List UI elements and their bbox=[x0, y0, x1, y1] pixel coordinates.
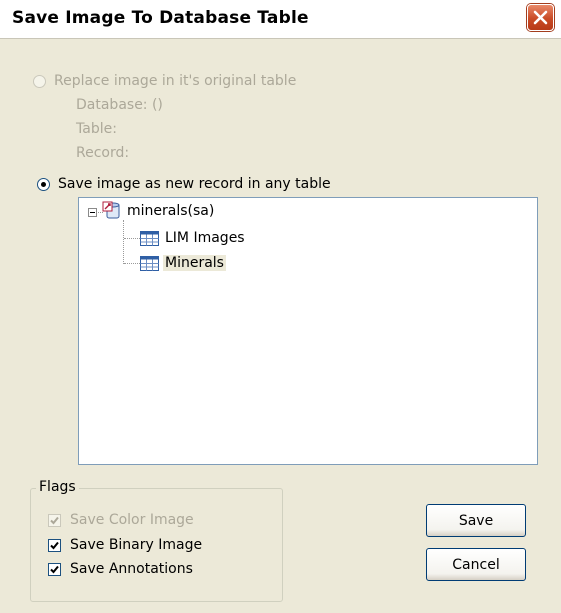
new-record-radio[interactable] bbox=[37, 177, 50, 191]
save-button[interactable]: Save bbox=[426, 504, 526, 537]
save-annotations-label: Save Annotations bbox=[70, 561, 193, 577]
new-record-option[interactable]: Save image as new record in any table bbox=[37, 176, 331, 192]
flags-title: Flags bbox=[36, 479, 79, 495]
table-icon bbox=[140, 230, 159, 246]
checkmark-icon bbox=[50, 565, 59, 573]
table-info: Table: bbox=[76, 121, 117, 137]
database-info: Database: () bbox=[76, 97, 163, 113]
checkmark-icon bbox=[50, 516, 59, 524]
replace-original-option[interactable]: Replace image in it's original table bbox=[33, 73, 296, 89]
save-color-image-option[interactable]: Save Color Image bbox=[48, 512, 194, 528]
save-binary-image-checkbox[interactable] bbox=[48, 538, 61, 552]
collapse-toggle[interactable] bbox=[88, 208, 97, 217]
save-color-image-checkbox[interactable] bbox=[48, 513, 61, 527]
tree-node-database[interactable]: minerals(sa) bbox=[102, 201, 214, 221]
tree-node-label: LIM Images bbox=[165, 230, 245, 246]
title-bar: Save Image To Database Table bbox=[0, 0, 561, 39]
replace-original-label: Replace image in it's original table bbox=[54, 73, 297, 89]
save-binary-image-option[interactable]: Save Binary Image bbox=[48, 537, 202, 553]
replace-original-radio[interactable] bbox=[33, 74, 46, 88]
close-icon bbox=[533, 10, 548, 25]
table-tree-view[interactable]: minerals(sa) LIM Images Minerals bbox=[78, 197, 538, 465]
save-binary-image-label: Save Binary Image bbox=[70, 537, 203, 553]
table-icon bbox=[140, 255, 159, 271]
save-annotations-option[interactable]: Save Annotations bbox=[48, 561, 193, 577]
tree-node-label: Minerals bbox=[163, 255, 226, 271]
window-title: Save Image To Database Table bbox=[12, 8, 309, 28]
database-icon bbox=[102, 201, 120, 219]
new-record-label: Save image as new record in any table bbox=[58, 176, 331, 192]
record-info: Record: bbox=[76, 145, 130, 161]
tree-node-minerals[interactable]: Minerals bbox=[140, 253, 226, 273]
tree-node-label: minerals(sa) bbox=[127, 203, 215, 219]
save-annotations-checkbox[interactable] bbox=[48, 562, 61, 576]
tree-node-lim-images[interactable]: LIM Images bbox=[140, 228, 245, 248]
close-button[interactable] bbox=[527, 4, 554, 31]
cancel-button[interactable]: Cancel bbox=[426, 548, 526, 581]
checkmark-icon bbox=[50, 541, 59, 549]
save-color-image-label: Save Color Image bbox=[70, 512, 194, 528]
